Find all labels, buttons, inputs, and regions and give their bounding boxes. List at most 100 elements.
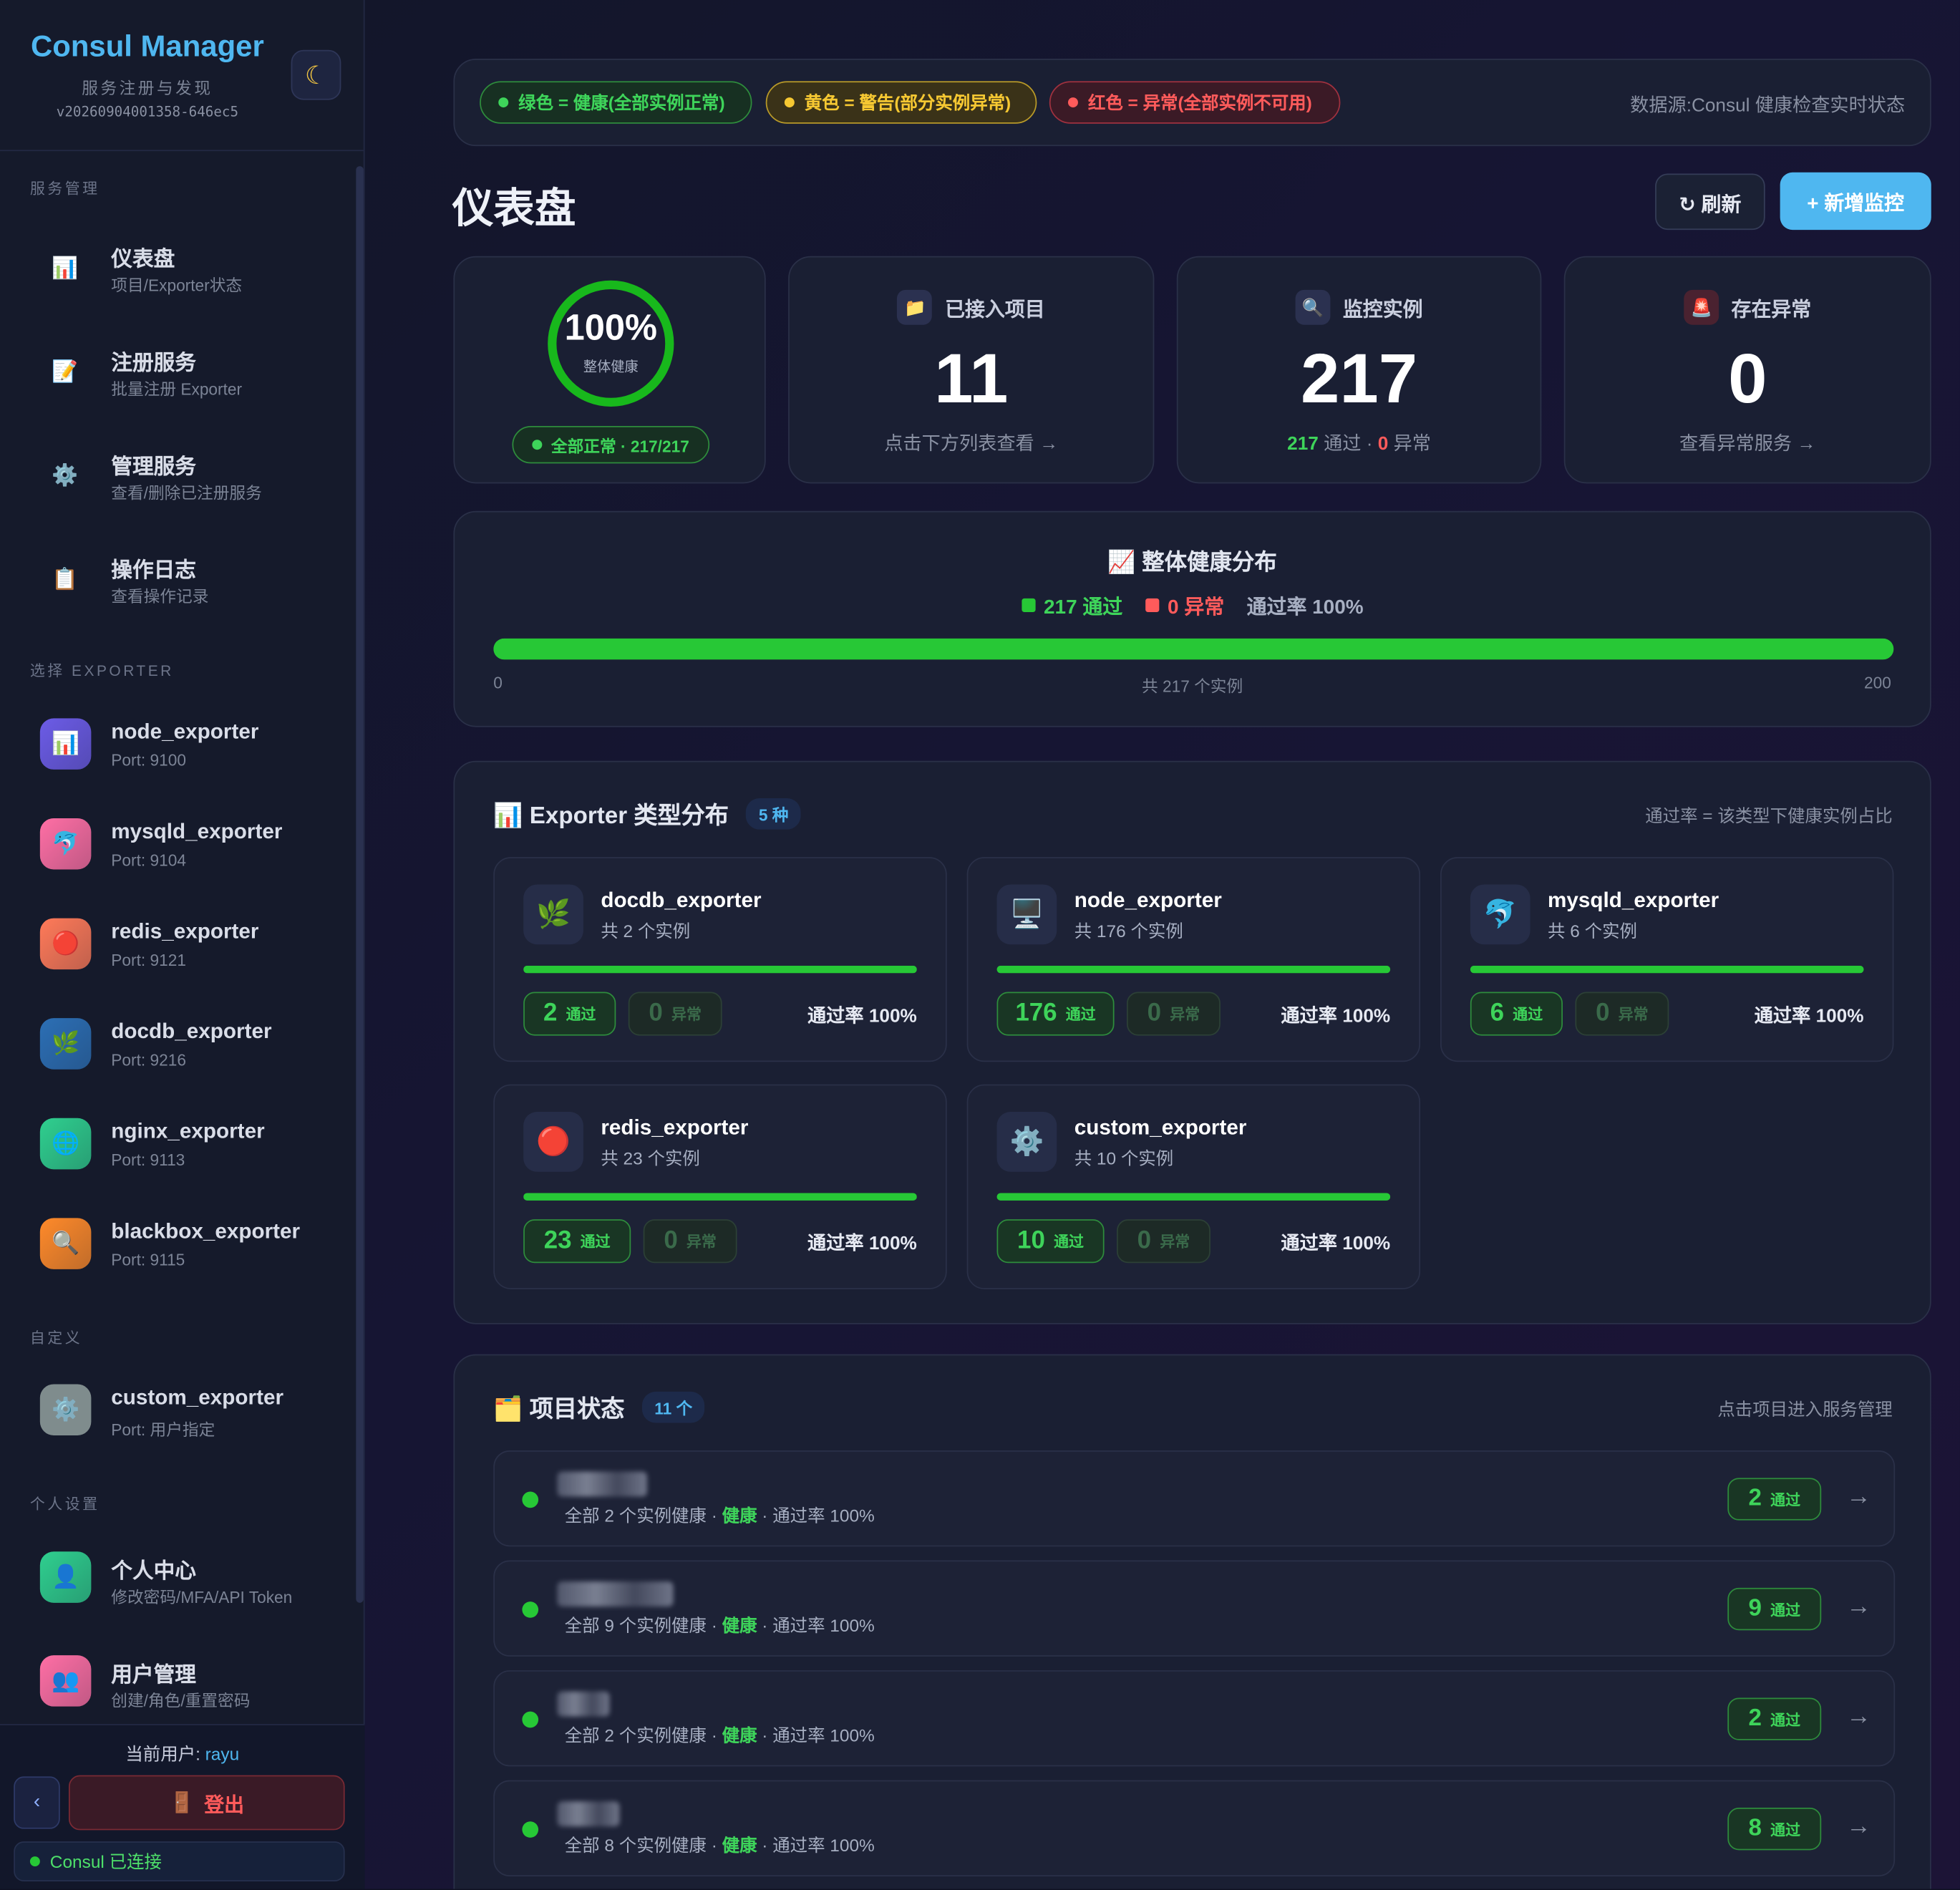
exporter-item-custom[interactable]: ⚙️ custom_exporter Port: 用户指定 — [30, 1378, 342, 1453]
fail-chip: 0 异常 — [628, 992, 722, 1036]
personal-item-1[interactable]: 👥 用户管理 创建/角色/重置密码 — [30, 1649, 342, 1724]
status-dot-icon — [522, 1821, 539, 1838]
add-monitor-button[interactable]: + 新增监控 — [1780, 172, 1931, 231]
exporter-card-docdb_exporter[interactable]: 🌿 docdb_exporter 共 2 个实例 2 通过 0 异常 通过率 100% — [493, 857, 947, 1062]
legend-source: 数据源:Consul 健康检查实时状态 — [1630, 94, 1906, 117]
legend-green: 绿色 = 健康(全部实例正常) — [480, 81, 752, 124]
exporter-count-tag: 5 种 — [746, 798, 801, 830]
stat-title: 已接入项目 — [945, 299, 1045, 321]
fail-chip: 0 异常 — [1126, 992, 1221, 1036]
exporter-card-redis_exporter[interactable]: 🔴 redis_exporter 共 23 个实例 23 通过 0 异常 通过率 100% — [493, 1084, 947, 1289]
legend-fail: 0 异常 — [1145, 590, 1224, 620]
gear-icon: ⚙️ — [39, 1384, 92, 1436]
summary-rate: · 通过率 100% — [757, 1835, 875, 1856]
exporter-item-redis_exporter[interactable]: 🔴 redis_exporter Port: 9121 — [30, 912, 342, 987]
project-row[interactable]: 全部 9 个实例健康 · 健康 · 通过率 100% 9 通过 → — [493, 1560, 1896, 1657]
legend-green-label: 绿色 = 健康(全部实例正常) — [518, 92, 725, 113]
exporter-port: Port: 9104 — [111, 850, 187, 870]
project-section-note: 点击项目进入服务管理 — [1717, 1399, 1893, 1420]
status-legend: 绿色 = 健康(全部实例正常) 黄色 = 警告(部分实例异常) 红色 = 异常(… — [453, 59, 1931, 147]
refresh-button[interactable]: ↻ 刷新 — [1655, 173, 1765, 231]
pass-label: 通过 — [1513, 1005, 1543, 1024]
legend-yellow: 黄色 = 警告(部分实例异常) — [765, 81, 1037, 124]
distribution-bar — [493, 638, 1894, 660]
personal-item-title: 个人中心 — [111, 1559, 196, 1583]
stat-header: 🚨 存在异常 — [1565, 289, 1930, 325]
fail-count: 0 — [1137, 1226, 1152, 1254]
pass-label: 通过 — [566, 1005, 596, 1024]
exporter-item-node_exporter[interactable]: 📊 node_exporter Port: 9100 — [30, 712, 342, 788]
pass-label: 通过 — [1770, 1601, 1801, 1619]
nav-item-subtitle: 查看操作记录 — [111, 587, 209, 606]
pass-count: 10 — [1017, 1226, 1045, 1254]
personal-item-0[interactable]: 👤 个人中心 修改密码/MFA/API Token — [30, 1546, 342, 1621]
pass-label: 通过 — [1770, 1491, 1801, 1509]
logout-button[interactable]: 🚪 登出 — [68, 1775, 345, 1831]
exporter-name: custom_exporter — [111, 1385, 284, 1410]
project-row[interactable]: 全部 2 个实例健康 · 健康 · 通过率 100% 2 通过 → — [493, 1670, 1896, 1767]
summary-prefix: 全部 2 个实例健康 · — [564, 1725, 722, 1745]
stat-foot: 查看异常服务 → — [1679, 433, 1816, 455]
exporter-card-custom_exporter[interactable]: ⚙️ custom_exporter 共 10 个实例 10 通过 0 异常 通过率 100% — [966, 1084, 1421, 1289]
stat-card-projects[interactable]: 📁 已接入项目 11 点击下方列表查看 → — [788, 256, 1155, 484]
exporter-item-docdb_exporter[interactable]: 🌿 docdb_exporter Port: 9216 — [30, 1012, 342, 1087]
pass-rate: 通过率 100% — [1281, 1233, 1391, 1254]
user-icon: 👤 — [39, 1551, 92, 1603]
exporter-name: blackbox_exporter — [111, 1219, 301, 1244]
arrow-right-icon[interactable]: → — [1846, 1483, 1871, 1511]
red-dot-icon — [1067, 97, 1078, 108]
exporter-item-nginx_exporter[interactable]: 🌐 nginx_exporter Port: 9113 — [30, 1112, 342, 1187]
pass-chip: 23 通过 — [523, 1219, 631, 1264]
summary-prefix: 全部 2 个实例健康 · — [564, 1505, 722, 1526]
stat-card-errors[interactable]: 🚨 存在异常 0 查看异常服务 → — [1563, 256, 1931, 484]
exporter-item-blackbox_exporter[interactable]: 🔍 blackbox_exporter Port: 9115 — [30, 1212, 342, 1287]
legend-pass-label: 217 通过 — [1044, 597, 1123, 619]
nav-item-1[interactable]: 📝 注册服务 批量注册 Exporter — [30, 330, 342, 410]
status-dot-icon — [522, 1491, 539, 1508]
arrow-right-icon[interactable]: → — [1846, 1593, 1871, 1622]
stat-title: 存在异常 — [1731, 299, 1812, 321]
nav-item-2[interactable]: ⚙️ 管理服务 查看/删除已注册服务 — [30, 434, 342, 514]
axis-right: 200 — [1864, 673, 1891, 692]
exporter-item-mysqld_exporter[interactable]: 🐬 mysqld_exporter Port: 9104 — [30, 812, 342, 887]
pass-rate: 通过率 100% — [1754, 1005, 1864, 1027]
legend-rate: 通过率 100% — [1246, 597, 1364, 619]
monitor-icon: 🖥️ — [996, 884, 1057, 945]
nav-item-3[interactable]: 📋 操作日志 查看操作记录 — [30, 537, 342, 617]
project-row[interactable]: 全部 2 个实例健康 · 健康 · 通过率 100% 2 通过 → — [493, 1450, 1896, 1547]
exporter-card-node_exporter[interactable]: 🖥️ node_exporter 共 176 个实例 176 通过 0 异常 通过率 100% — [966, 857, 1421, 1062]
app-root: Consul Manager 服务注册与发现 v20260904001358-6… — [0, 0, 1960, 1889]
exporter-progress-bar — [996, 1193, 1391, 1201]
project-row[interactable]: 全部 8 个实例健康 · 健康 · 通过率 100% 8 通过 → — [493, 1780, 1896, 1876]
project-pass-chip: 9 通过 — [1727, 1587, 1822, 1631]
project-name-redacted — [557, 1691, 610, 1717]
stat-title: 监控实例 — [1342, 299, 1423, 321]
exporter-card-mysqld_exporter[interactable]: 🐬 mysqld_exporter 共 6 个实例 6 通过 0 异常 通过率 100% — [1440, 857, 1894, 1062]
magnifier-icon: 🔍 — [1295, 289, 1331, 325]
summary-rate: · 通过率 100% — [757, 1725, 875, 1745]
theme-toggle-button[interactable]: ☾ — [291, 49, 341, 100]
nav-item-title: 操作日志 — [111, 558, 196, 583]
nav-item-0[interactable]: 📊 仪表盘 项目/Exporter状态 — [30, 226, 342, 306]
arrow-right-icon[interactable]: → — [1846, 1702, 1871, 1731]
pass-chip: 2 通过 — [523, 992, 616, 1036]
summary-prefix: 全部 8 个实例健康 · — [564, 1835, 722, 1856]
arrow-right-icon[interactable]: → — [1846, 1813, 1871, 1841]
pass-rate: 通过率 100% — [1281, 1005, 1391, 1027]
health-percent: 100% — [564, 309, 658, 349]
pass-label: 通过 — [1065, 1005, 1096, 1024]
exporter-card-name: redis_exporter — [601, 1115, 749, 1140]
sidebar-scrollbar[interactable] — [356, 166, 364, 1603]
personal-item-subtitle: 创建/角色/重置密码 — [111, 1691, 251, 1710]
stat-value: 217 — [1301, 338, 1418, 417]
nav-item-subtitle: 项目/Exporter状态 — [111, 276, 243, 295]
sidebar-header: Consul Manager 服务注册与发现 v20260904001358-6… — [0, 0, 364, 152]
fail-label: 异常 — [1160, 1233, 1190, 1251]
current-user-name: rayu — [205, 1744, 240, 1764]
pass-chip: 176 通过 — [996, 992, 1115, 1036]
status-dot-icon — [522, 1601, 539, 1618]
stat-value: 11 — [934, 338, 1009, 417]
collapse-sidebar-button[interactable]: ‹ — [14, 1776, 60, 1829]
exporter-port: Port: 9113 — [111, 1150, 185, 1170]
project-summary: 全部 2 个实例健康 · 健康 · 通过率 100% — [565, 1503, 875, 1528]
